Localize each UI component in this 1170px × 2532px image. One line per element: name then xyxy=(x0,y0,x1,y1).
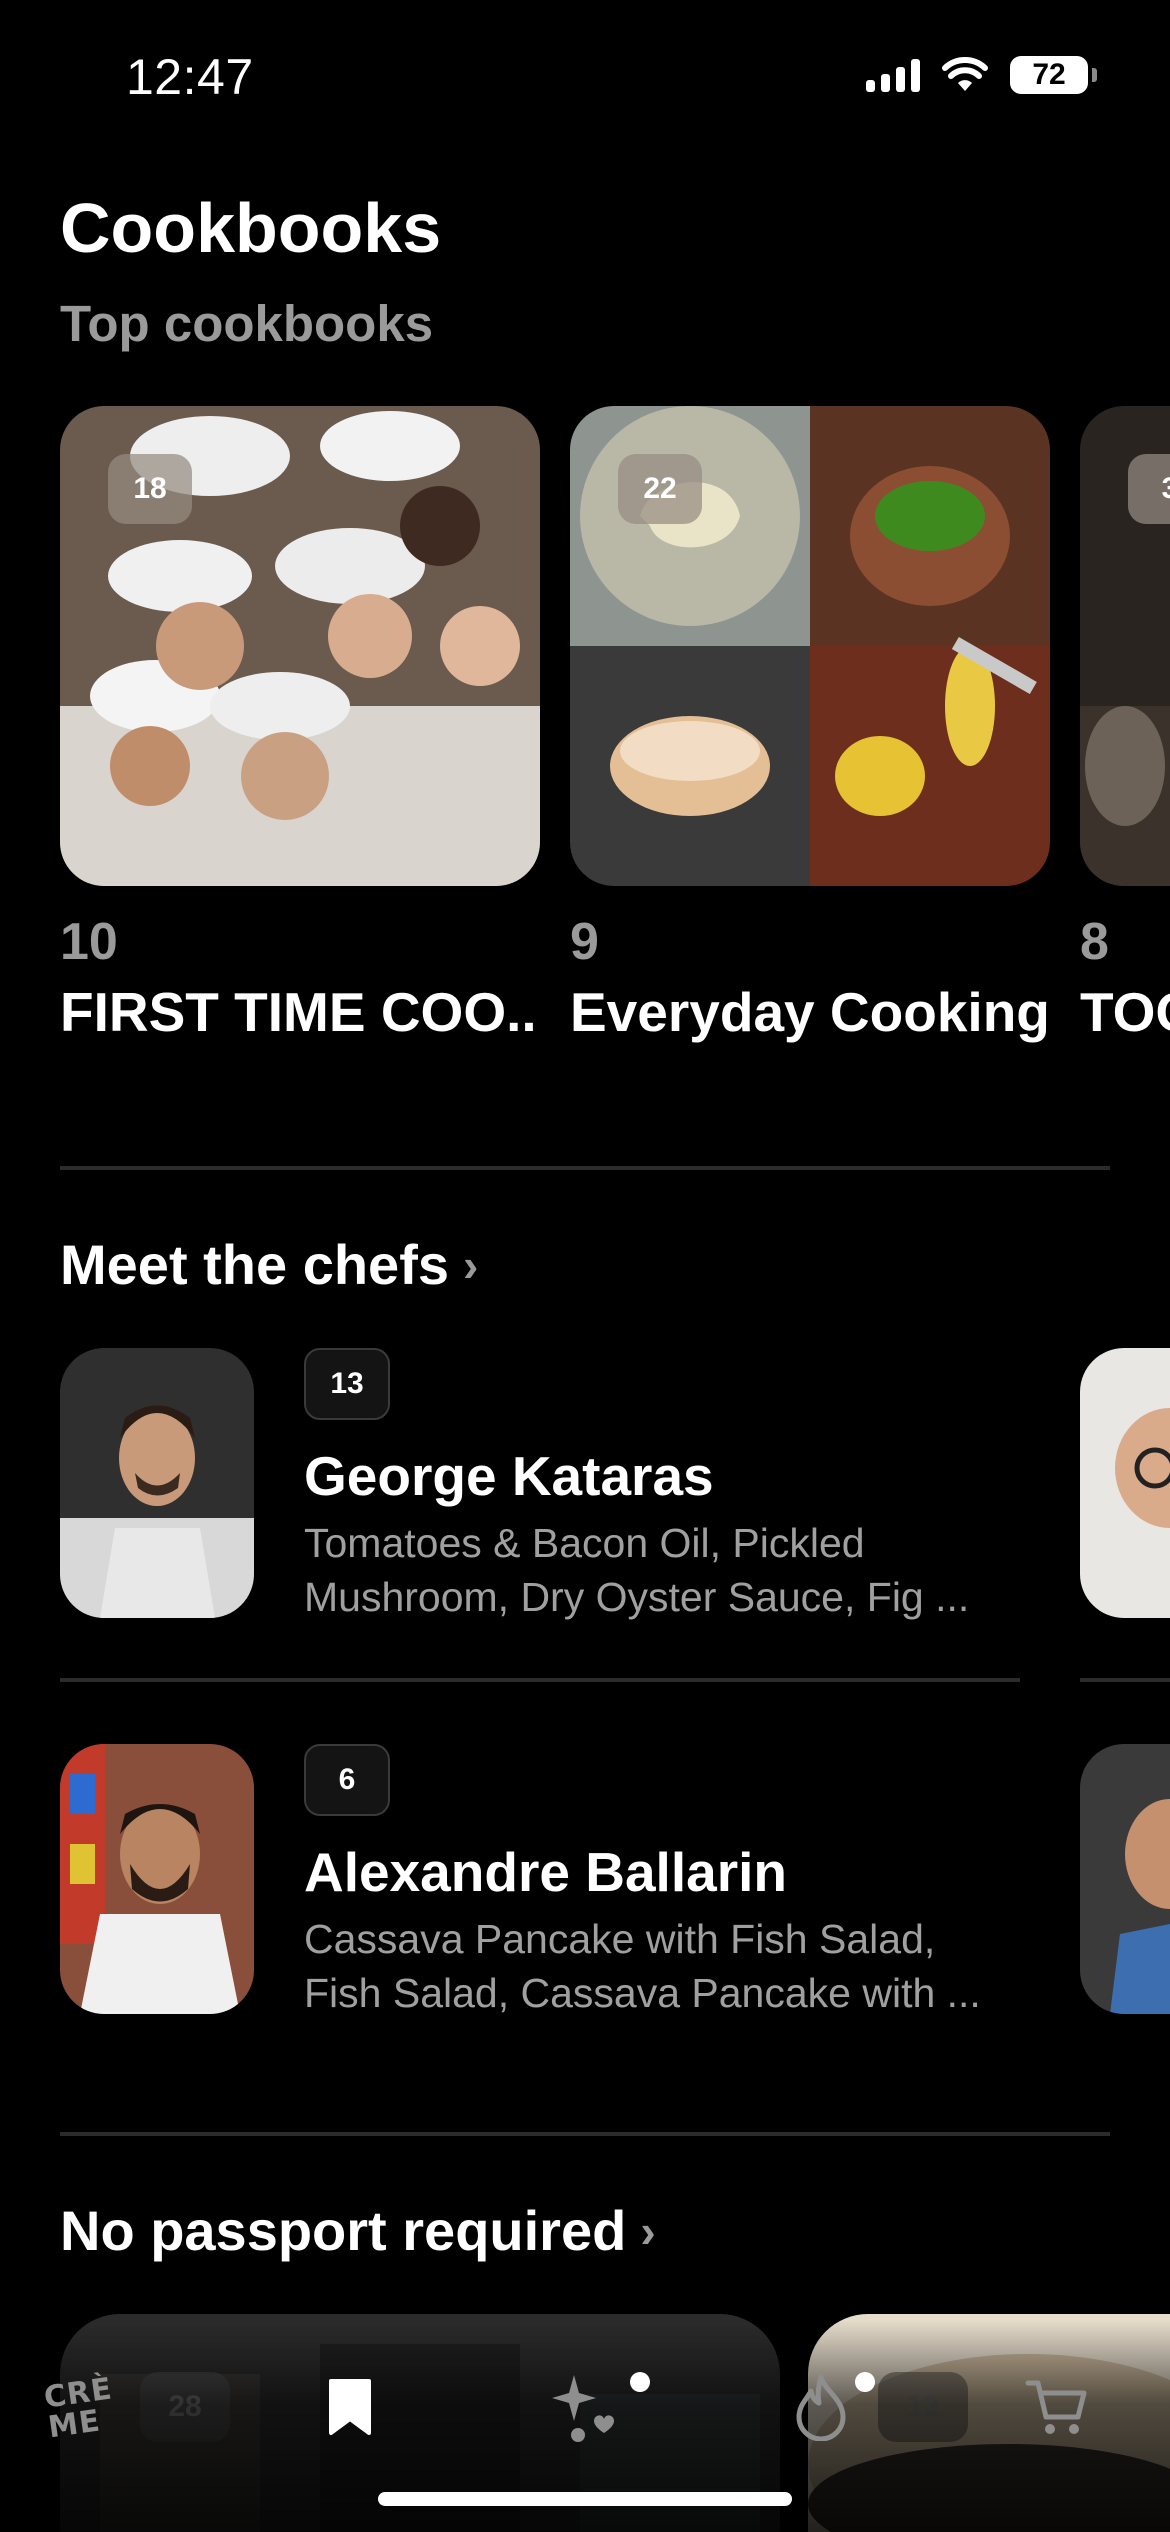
flame-icon xyxy=(796,2374,846,2441)
tab-trending[interactable] xyxy=(776,2362,866,2452)
avatar xyxy=(60,1744,254,2014)
row-divider xyxy=(60,1678,1020,1682)
cookbook-count: 8 xyxy=(1080,913,1109,971)
tab-cart[interactable] xyxy=(1012,2362,1102,2452)
wifi-icon xyxy=(942,57,988,91)
section-title: No passport required xyxy=(60,2199,627,2262)
chef-row-next-preview[interactable] xyxy=(1080,1744,1170,2014)
status-time: 12:47 xyxy=(126,49,254,105)
cookbook-card-third[interactable]: 3 xyxy=(1080,406,1170,886)
cart-icon xyxy=(1025,2380,1087,2434)
chef-dishes-line: Mushroom, Dry Oyster Sauce, Fig ... xyxy=(304,1574,970,1620)
chef-dishes-line: Fish Salad, Cassava Pancake with ... xyxy=(304,1970,981,2016)
avatar xyxy=(1080,1744,1170,2014)
chef-recipe-count-badge: 6 xyxy=(304,1744,390,1816)
section-header-meet-the-chefs[interactable]: Meet the chefs › xyxy=(60,1232,478,1297)
tab-bookmarks[interactable] xyxy=(305,2362,395,2452)
cookbook-title[interactable]: FIRST TIME COO... xyxy=(60,980,540,1044)
cookbook-title[interactable]: Everyday Cooking xyxy=(570,980,1050,1044)
chef-recipe-count-badge: 13 xyxy=(304,1348,390,1420)
chef-row-alexandre-ballarin[interactable]: 6 Alexandre Ballarin Cassava Pancake wit… xyxy=(60,1744,1020,2016)
row-divider xyxy=(1080,1678,1170,1682)
notification-dot xyxy=(630,2372,650,2392)
section-subtitle-top-cookbooks: Top cookbooks xyxy=(60,295,434,352)
tab-home[interactable]: CRÈME xyxy=(42,2362,142,2452)
cookbook-title[interactable]: TOO xyxy=(1080,980,1170,1044)
cookbook-recipe-count-badge: 22 xyxy=(618,454,702,524)
cookbook-card-everyday-cooking[interactable]: 22 xyxy=(570,406,1050,886)
chevron-right-icon: › xyxy=(640,2204,656,2257)
cellular-signal-icon xyxy=(866,58,920,92)
chef-row-next-preview[interactable] xyxy=(1080,1348,1170,1618)
cookbook-recipe-count-badge: 3 xyxy=(1128,454,1170,524)
chef-dishes: Cassava Pancake with Fish Salad, Fish Sa… xyxy=(304,1912,1024,2020)
section-divider xyxy=(60,1166,1110,1170)
battery-icon: 72 xyxy=(1010,56,1097,94)
avatar xyxy=(1080,1348,1170,1618)
cookbook-recipe-count-badge: 18 xyxy=(108,454,192,524)
section-title: Meet the chefs xyxy=(60,1233,449,1296)
cookbook-count: 9 xyxy=(570,913,599,971)
section-header-no-passport-required[interactable]: No passport required › xyxy=(60,2198,656,2263)
avatar xyxy=(60,1348,254,1618)
bookmark-icon xyxy=(329,2379,371,2435)
chef-dishes-line: Cassava Pancake with Fish Salad, xyxy=(304,1916,936,1962)
chef-row-george-kataras[interactable]: 13 George Kataras Tomatoes & Bacon Oil, … xyxy=(60,1348,1020,1620)
chef-dishes: Tomatoes & Bacon Oil, Pickled Mushroom, … xyxy=(304,1516,1024,1624)
cookbook-count: 10 xyxy=(60,913,118,971)
chef-dishes-line: Tomatoes & Bacon Oil, Pickled xyxy=(304,1520,865,1566)
section-divider xyxy=(60,2132,1110,2136)
status-icons: 72 xyxy=(866,56,1097,94)
chef-name: George Kataras xyxy=(304,1445,714,1507)
home-indicator xyxy=(378,2492,792,2506)
page-title: Cookbooks xyxy=(60,189,442,267)
sparkle-heart-icon xyxy=(552,2375,614,2442)
tab-discover[interactable] xyxy=(540,2362,630,2452)
cookbook-card-first-time-cooks[interactable]: 18 xyxy=(60,406,540,886)
chef-name: Alexandre Ballarin xyxy=(304,1841,787,1903)
chevron-right-icon: › xyxy=(463,1238,479,1291)
creme-logo-icon: CRÈME xyxy=(41,2371,115,2446)
notification-dot xyxy=(855,2372,875,2392)
